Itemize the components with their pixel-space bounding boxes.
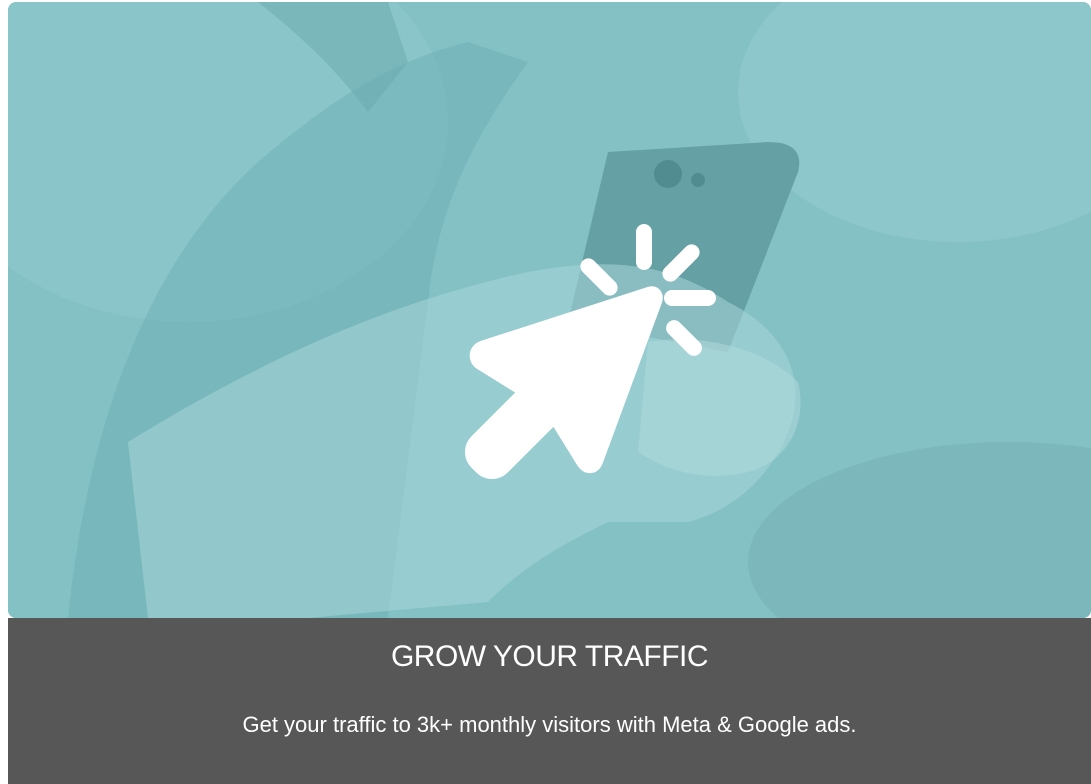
hero-illustration <box>8 2 1091 618</box>
service-card: GROW YOUR TRAFFIC Get your traffic to 3k… <box>8 2 1091 784</box>
hero-image <box>8 2 1091 618</box>
card-description: Get your traffic to 3k+ monthly visitors… <box>242 712 857 737</box>
card-caption: GROW YOUR TRAFFIC Get your traffic to 3k… <box>8 618 1091 784</box>
card-title: GROW YOUR TRAFFIC <box>390 640 709 673</box>
